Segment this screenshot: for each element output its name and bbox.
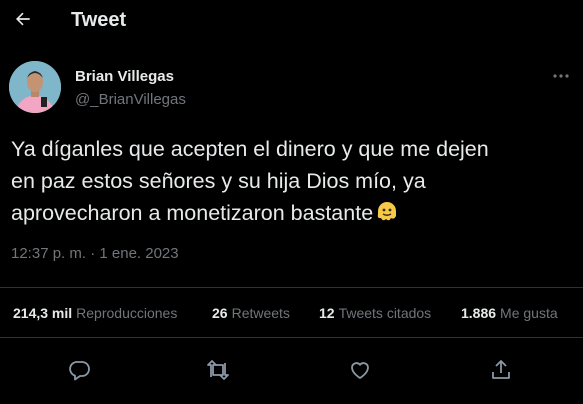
retweets-stat[interactable]: 26 Retweets [212, 305, 290, 321]
tweet-timestamp[interactable]: 12:37 p. m. · 1 ene. 2023 [11, 245, 179, 262]
arrow-left-icon[interactable] [8, 4, 38, 34]
likes-count: 1.886 [461, 305, 497, 321]
retweets-count: 26 [212, 305, 228, 321]
tweet-line: aprovecharon a monetizaron bastante [11, 197, 571, 229]
likes-stat[interactable]: 1.886 Me gusta [461, 305, 558, 321]
quotes-label: Tweets citados [338, 305, 432, 321]
retweets-label: Retweets [231, 305, 290, 321]
tweet-text: Ya díganles que acepten el dinero y que … [11, 133, 571, 229]
likes-label: Me gusta [500, 305, 558, 321]
views-count: 214,3 mil [13, 305, 73, 321]
views-label: Reproducciones [76, 305, 178, 321]
quotes-count: 12 [319, 305, 335, 321]
tweet-line: en paz estos señores y su hija Dios mío,… [11, 169, 426, 193]
views-stat[interactable]: 214,3 mil Reproducciones [13, 305, 177, 321]
tweet-stats: 214,3 mil Reproducciones 26 Retweets 12 Twe… [0, 288, 583, 337]
avatar[interactable] [9, 61, 61, 113]
more-options-icon[interactable] [549, 66, 573, 86]
retweet-icon[interactable] [205, 357, 231, 383]
top-bar: Tweet [0, 0, 583, 42]
melting-face-emoji [374, 198, 400, 224]
reply-icon[interactable] [66, 357, 92, 383]
like-icon[interactable] [347, 357, 373, 383]
tweet-line-text: aprovecharon a monetizaron bastante [11, 201, 374, 225]
author-handle[interactable]: @_BrianVillegas [75, 91, 186, 108]
share-icon[interactable] [488, 357, 514, 383]
author-name[interactable]: Brian Villegas [75, 68, 174, 85]
action-bar [0, 338, 583, 404]
page-title: Tweet [71, 9, 127, 31]
quote-tweets-stat[interactable]: 12 Tweets citados [319, 305, 431, 321]
tweet-line: Ya díganles que acepten el dinero y que … [11, 137, 489, 161]
